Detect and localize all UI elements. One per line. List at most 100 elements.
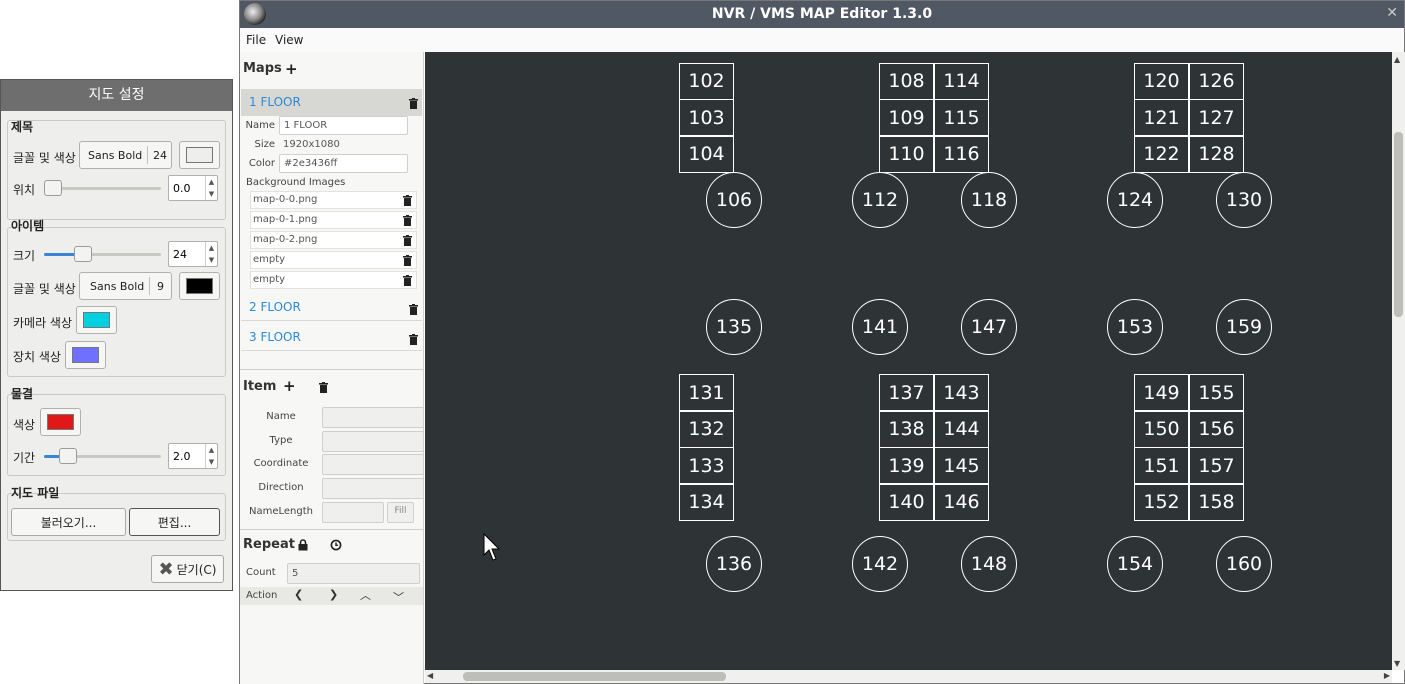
ripple-duration-slider[interactable] [44,448,161,464]
camera-rect-item[interactable]: 103 [679,99,734,136]
map-canvas[interactable]: 102 103 104 108 109 110 114 115 116 120 121 122 126 1… [425,52,1392,670]
device-circle-item[interactable]: 106 [706,172,762,228]
camera-rect-item[interactable]: 143 [934,374,989,411]
device-circle-item[interactable]: 130 [1216,172,1272,228]
arrow-left-icon[interactable]: ❮ [294,588,303,601]
camera-rect-item[interactable]: 132 [679,410,734,448]
delete-bg-icon[interactable] [403,215,412,226]
camera-rect-item[interactable]: 150 [1134,410,1189,448]
camera-rect-item[interactable]: 102 [679,62,734,100]
horizontal-scrollbar[interactable]: ◀ ▶ [425,670,1392,683]
delete-floor-icon[interactable] [409,304,418,315]
device-circle-item[interactable]: 159 [1216,299,1272,355]
vertical-scrollbar[interactable]: ▲ ▼ [1392,52,1405,670]
spin-down-icon[interactable]: ▼ [205,456,217,468]
ripple-color-button[interactable] [40,408,81,436]
edit-map-button[interactable]: 편집... [129,508,220,536]
floor-row[interactable]: 3 FLOOR [241,324,422,351]
camera-rect-item[interactable]: 155 [1189,374,1244,411]
ripple-duration-spinbox[interactable]: 2.0 ▲ ▼ [168,443,218,469]
repeat-count-input[interactable]: 5 [287,563,420,584]
menu-view[interactable]: View [275,33,303,47]
bg-image-row[interactable]: empty [250,251,417,269]
device-circle-item[interactable]: 154 [1107,536,1163,592]
camera-rect-item[interactable]: 131 [679,374,734,411]
device-circle-item[interactable]: 136 [706,536,762,592]
camera-color-button[interactable] [76,306,117,334]
delete-bg-icon[interactable] [403,275,412,286]
camera-rect-item[interactable]: 120 [1134,62,1189,100]
delete-item-icon[interactable] [319,382,328,393]
vertical-scroll-thumb[interactable] [1394,132,1403,317]
device-circle-item[interactable]: 141 [852,299,908,355]
camera-rect-item[interactable]: 121 [1134,99,1189,136]
spin-down-icon[interactable]: ▼ [205,188,217,200]
camera-rect-item[interactable]: 110 [879,135,934,173]
scroll-up-icon[interactable]: ▲ [1394,55,1400,64]
camera-rect-item[interactable]: 126 [1189,62,1244,100]
camera-rect-item[interactable]: 138 [879,410,934,448]
close-dialog-button[interactable]: ✖ 닫기(C) [151,555,224,583]
bg-image-row[interactable]: map-0-1.png [250,211,417,229]
camera-rect-item[interactable]: 137 [879,374,934,411]
camera-rect-item[interactable]: 152 [1134,483,1189,521]
device-circle-item[interactable]: 160 [1216,536,1272,592]
device-circle-item[interactable]: 118 [961,172,1017,228]
spin-up-icon[interactable]: ▲ [205,444,217,456]
camera-rect-item[interactable]: 114 [934,62,989,100]
device-circle-item[interactable]: 147 [961,299,1017,355]
slider-handle[interactable] [58,448,77,464]
item-type-input[interactable] [322,431,424,452]
bg-image-row[interactable]: empty [250,271,417,289]
delete-bg-icon[interactable] [403,255,412,266]
arrow-down-icon[interactable]: ﹀ [393,589,404,605]
fill-button[interactable]: Fill [387,502,414,523]
slider-handle[interactable] [44,180,62,196]
arrow-up-icon[interactable]: ︿ [360,587,371,603]
camera-rect-item[interactable]: 151 [1134,447,1189,484]
title-position-slider[interactable] [44,180,161,196]
slider-handle[interactable] [73,246,92,262]
title-font-button[interactable]: Sans Bold 24 [79,141,172,169]
item-name-input[interactable] [322,407,424,428]
device-circle-item[interactable]: 124 [1107,172,1163,228]
item-coordinate-input[interactable] [322,454,424,475]
device-color-button[interactable] [65,341,106,369]
device-circle-item[interactable]: 142 [852,536,908,592]
scroll-right-icon[interactable]: ▶ [1384,671,1390,680]
camera-rect-item[interactable]: 140 [879,483,934,521]
spin-down-icon[interactable]: ▼ [205,254,217,266]
camera-rect-item[interactable]: 127 [1189,99,1244,136]
camera-rect-item[interactable]: 156 [1189,410,1244,448]
camera-rect-item[interactable]: 149 [1134,374,1189,411]
camera-rect-item[interactable]: 145 [934,447,989,484]
camera-rect-item[interactable]: 144 [934,410,989,448]
title-color-button[interactable] [179,141,220,169]
bg-image-row[interactable]: map-0-0.png [250,191,417,209]
spin-up-icon[interactable]: ▲ [205,242,217,254]
arrow-right-icon[interactable]: ❯ [329,588,338,601]
camera-rect-item[interactable]: 116 [934,135,989,173]
camera-rect-item[interactable]: 109 [879,99,934,136]
camera-rect-item[interactable]: 133 [679,447,734,484]
device-circle-item[interactable]: 153 [1107,299,1163,355]
item-size-slider[interactable] [44,246,161,262]
horizontal-scroll-thumb[interactable] [463,672,726,681]
scroll-left-icon[interactable]: ◀ [427,671,433,680]
floor-row[interactable]: 2 FLOOR [241,294,422,321]
delete-floor-icon[interactable] [409,334,418,345]
item-font-button[interactable]: Sans Bold 9 [79,272,172,300]
floor-name-input[interactable]: 1 FLOOR [279,116,408,135]
camera-rect-item[interactable]: 104 [679,135,734,173]
camera-rect-item[interactable]: 157 [1189,447,1244,484]
window-close-icon[interactable]: ✕ [1386,5,1398,21]
scroll-down-icon[interactable]: ▼ [1394,659,1400,668]
add-map-icon[interactable]: + [285,60,298,78]
item-namelength-input[interactable] [322,502,384,523]
load-map-button[interactable]: 불러오기... [11,508,126,536]
camera-rect-item[interactable]: 139 [879,447,934,484]
camera-rect-item[interactable]: 122 [1134,135,1189,173]
item-direction-input[interactable] [322,478,424,499]
camera-rect-item[interactable]: 158 [1189,483,1244,521]
device-circle-item[interactable]: 148 [961,536,1017,592]
